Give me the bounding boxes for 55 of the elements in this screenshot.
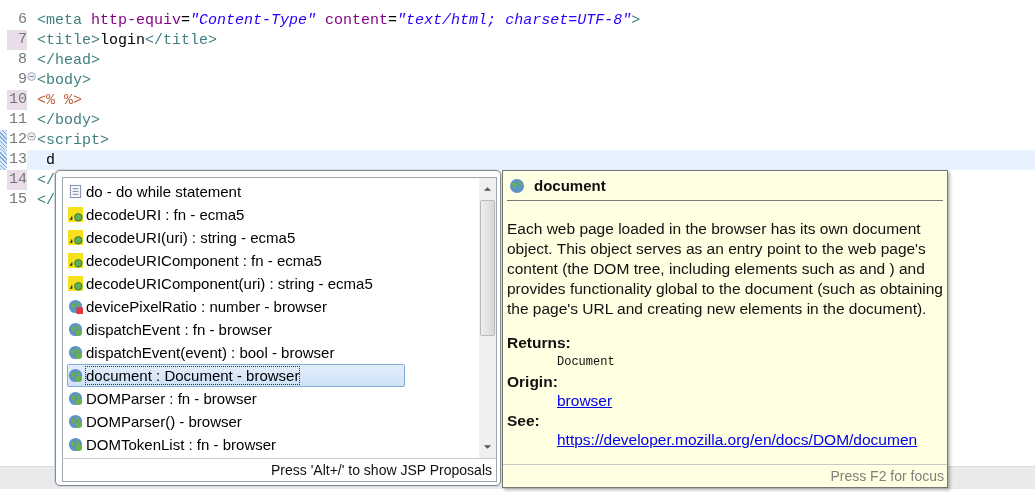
focus-hint: Press F2 for focus: [503, 464, 947, 487]
proposal-item[interactable]: DOMParser() - browser: [67, 410, 405, 433]
proposal-item[interactable]: dispatchEvent : fn - browser: [67, 318, 405, 341]
function-icon: [68, 230, 83, 245]
proposal-item[interactable]: document : Document - browser: [67, 364, 405, 387]
scrollbar-thumb[interactable]: [480, 200, 495, 336]
proposal-item[interactable]: DOMTokenList : fn - browser: [67, 433, 405, 456]
code-line: d: [45, 151, 55, 169]
proposal-item[interactable]: decodeURI(uri) : string - ecma5: [67, 226, 405, 249]
origin-label: Origin:: [507, 372, 559, 391]
globe-icon: [68, 391, 83, 406]
code-line: </: [36, 191, 55, 209]
code-line: </head>: [36, 51, 100, 69]
code-line: <body>: [36, 71, 91, 89]
function-icon: [68, 207, 83, 222]
globe-icon: [68, 414, 83, 429]
code-line: <meta http-equiv="Content-Type" content="text/html; charset=UTF-8">: [36, 11, 641, 29]
globe-icon: [509, 177, 525, 194]
doc-title: document: [534, 177, 606, 194]
proposal-item[interactable]: do - do while statement: [67, 180, 405, 203]
document-icon: [68, 184, 83, 199]
collapse-icon[interactable]: [27, 131, 36, 141]
see-label: See:: [507, 411, 541, 430]
collapse-icon[interactable]: [27, 71, 36, 81]
proposal-item[interactable]: DOMParser : fn - browser: [67, 387, 405, 410]
code-line: <script>: [36, 131, 109, 149]
globe-icon: [68, 299, 83, 314]
globe-icon: [68, 345, 83, 360]
proposal-item[interactable]: dispatchEvent(event) : bool - browser: [67, 341, 405, 364]
status-hint: Press 'Alt+/' to show JSP Proposals: [62, 458, 497, 482]
line-number: 14: [7, 170, 27, 190]
code-line: <% %>: [36, 91, 82, 109]
globe-icon: [68, 437, 83, 452]
reference-link[interactable]: https://developer.mozilla.org/en/docs/DOM/documen: [557, 431, 918, 448]
scroll-up-icon[interactable]: [483, 186, 492, 192]
line-number: 7: [7, 30, 27, 50]
code-line: <title>login</title>: [36, 31, 218, 49]
code-line: </body>: [36, 111, 100, 129]
returns-label: Returns:: [507, 333, 572, 352]
function-icon: [68, 253, 83, 268]
origin-link[interactable]: browser: [557, 392, 613, 409]
scroll-down-icon[interactable]: [483, 444, 492, 450]
line-number: 13: [7, 150, 27, 170]
code-line: </: [36, 171, 55, 189]
line-number: 10: [7, 90, 27, 110]
function-icon: [68, 276, 83, 291]
proposal-item[interactable]: decodeURI : fn - ecma5: [67, 203, 405, 226]
globe-icon: [68, 368, 83, 383]
proposal-item[interactable]: decodeURIComponent : fn - ecma5: [67, 249, 405, 272]
vertical-scrollbar[interactable]: [479, 178, 496, 458]
return-type: Document: [556, 354, 616, 371]
proposal-item[interactable]: decodeURIComponent(uri) : string - ecma5: [67, 272, 405, 295]
doc-description: Each web page loaded in the browser has its own document object. This object serves as an entry point to the web page's content (the DOM tree, including elements such as and ) and provides functionality global to the document (such as obtaining the page's URL and creating new elements in the document).: [507, 219, 943, 319]
proposal-item[interactable]: devicePixelRatio : number - browser: [67, 295, 405, 318]
globe-icon: [68, 322, 83, 337]
